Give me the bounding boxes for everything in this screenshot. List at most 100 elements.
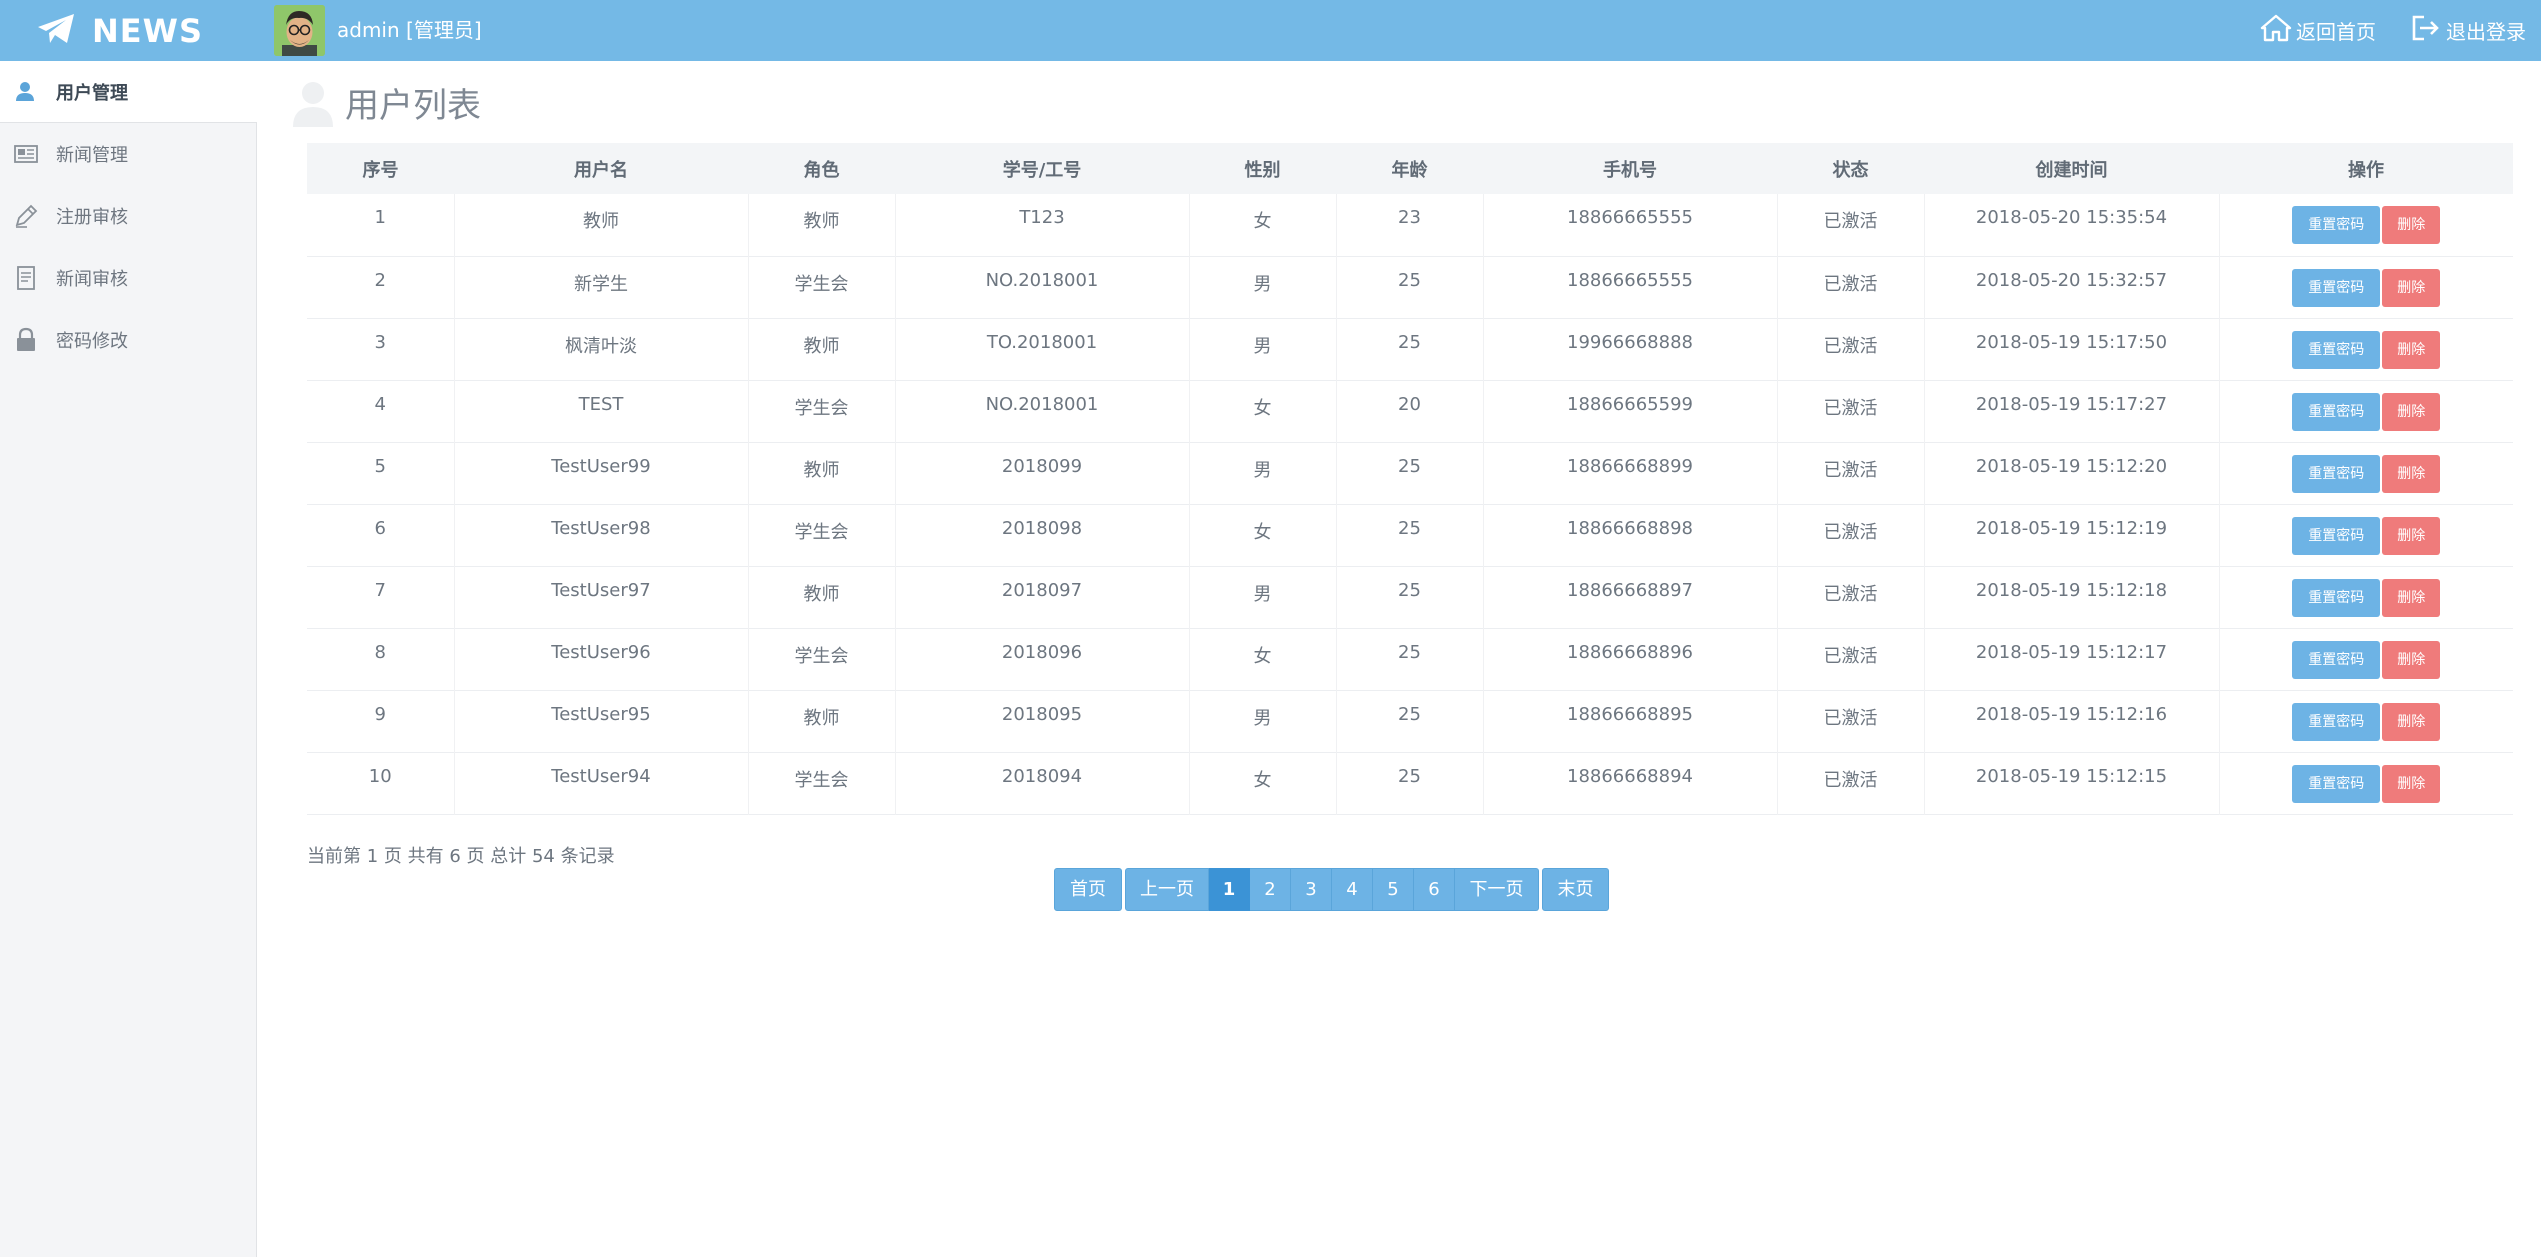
brand-logo[interactable]: NEWS <box>36 0 203 61</box>
delete-button[interactable]: 删除 <box>2382 764 2441 803</box>
delete-button[interactable]: 删除 <box>2382 392 2441 431</box>
reset-password-button[interactable]: 重置密码 <box>2292 454 2381 493</box>
paper-plane-icon <box>36 12 92 50</box>
reset-password-button[interactable]: 重置密码 <box>2292 392 2381 431</box>
cell-role: 学生会 <box>747 256 895 318</box>
cell-status: 已激活 <box>1776 504 1924 566</box>
cell-actions: 重置密码 删除 <box>2218 442 2513 504</box>
column-header[interactable]: 年龄 <box>1336 143 1483 194</box>
table-row: 5 TestUser99 教师 2018099 男 25 18866668899 已激活 201… <box>307 442 2513 504</box>
cell-actions: 重置密码 删除 <box>2218 318 2513 380</box>
cell-age: 25 <box>1335 504 1483 566</box>
cell-gender: 男 <box>1188 318 1336 380</box>
cell-status: 已激活 <box>1776 194 1924 256</box>
column-header[interactable]: 状态 <box>1777 143 1924 194</box>
page-button-4[interactable]: 4 <box>1332 868 1373 911</box>
cell-role: 学生会 <box>747 628 895 690</box>
cell-phone: 19966668888 <box>1482 318 1777 380</box>
reset-password-button[interactable]: 重置密码 <box>2292 330 2381 369</box>
avatar[interactable] <box>274 5 325 56</box>
cell-role: 教师 <box>747 566 895 628</box>
reset-password-button[interactable]: 重置密码 <box>2292 206 2381 244</box>
page-button-5[interactable]: 5 <box>1373 868 1414 911</box>
cell-student-id: 2018094 <box>894 752 1189 814</box>
cell-actions: 重置密码 删除 <box>2218 566 2513 628</box>
cell-student-id: NO.2018001 <box>894 380 1189 442</box>
column-header[interactable]: 性别 <box>1189 143 1336 194</box>
cell-age: 25 <box>1335 628 1483 690</box>
cell-index: 7 <box>374 579 386 601</box>
home-link-label: 返回首页 <box>2296 20 2376 44</box>
column-header[interactable]: 学号/工号 <box>895 143 1189 194</box>
reset-password-button[interactable]: 重置密码 <box>2292 702 2381 741</box>
cell-index: 6 <box>374 517 386 539</box>
cell-age: 25 <box>1335 256 1483 318</box>
cell-student-id: 2018096 <box>894 628 1189 690</box>
cell-username: TestUser95 <box>453 690 748 752</box>
cell-status: 已激活 <box>1776 752 1924 814</box>
record-info: 当前第 1 页 共有 6 页 总计 54 条记录 <box>307 846 615 867</box>
delete-button[interactable]: 删除 <box>2382 702 2441 741</box>
cell-actions: 重置密码 删除 <box>2218 256 2513 318</box>
column-header[interactable]: 角色 <box>748 143 895 194</box>
sidebar: 用户管理 新闻管理 注册审核 新闻审核 密码修改 <box>0 61 257 1257</box>
cell-gender: 女 <box>1188 194 1336 256</box>
page-button-6[interactable]: 6 <box>1414 868 1455 911</box>
cell-age: 23 <box>1335 194 1483 256</box>
cell-index: 8 <box>374 641 386 663</box>
delete-button[interactable]: 删除 <box>2382 330 2441 369</box>
prev-page-button[interactable]: 上一页 <box>1125 868 1209 911</box>
sidebar-item-change-password[interactable]: 密码修改 <box>0 309 256 371</box>
column-header: 操作 <box>2348 159 2384 181</box>
table-row: 7 TestUser97 教师 2018097 男 25 18866668897 已激活 201… <box>307 566 2513 628</box>
delete-button[interactable]: 删除 <box>2382 578 2441 617</box>
table-row: 8 TestUser96 学生会 2018096 女 25 18866668896 已激活 20… <box>307 628 2513 690</box>
delete-button[interactable]: 删除 <box>2382 454 2441 493</box>
cell-actions: 重置密码 删除 <box>2218 194 2513 256</box>
logout-link[interactable]: 退出登录 <box>2410 0 2526 61</box>
page-button-3[interactable]: 3 <box>1291 868 1332 911</box>
cell-role: 学生会 <box>747 504 895 566</box>
reset-password-button[interactable]: 重置密码 <box>2292 764 2381 803</box>
cell-status: 已激活 <box>1776 566 1924 628</box>
user-icon <box>285 73 343 131</box>
sidebar-item-news-review[interactable]: 新闻审核 <box>0 247 256 309</box>
delete-button[interactable]: 删除 <box>2382 516 2441 555</box>
cell-index: 5 <box>374 455 386 477</box>
home-link[interactable]: 返回首页 <box>2260 0 2376 61</box>
reset-password-button[interactable]: 重置密码 <box>2292 640 2381 679</box>
next-page-button[interactable]: 下一页 <box>1455 868 1539 911</box>
page-button-1[interactable]: 1 <box>1209 868 1250 911</box>
top-bar: NEWS admin [管理员] 返回首页 退出登录 <box>0 0 2541 61</box>
cell-actions: 重置密码 删除 <box>2218 690 2513 752</box>
reset-password-button[interactable]: 重置密码 <box>2292 578 2381 617</box>
reset-password-button[interactable]: 重置密码 <box>2292 516 2381 555</box>
column-header[interactable]: 创建时间 <box>1924 143 2219 194</box>
column-header[interactable]: 手机号 <box>1483 143 1777 194</box>
delete-button[interactable]: 删除 <box>2382 268 2441 307</box>
cell-student-id: T123 <box>894 194 1189 256</box>
cell-username: 新学生 <box>453 256 748 318</box>
sidebar-item-registration-review[interactable]: 注册审核 <box>0 185 256 247</box>
lock-icon <box>12 326 40 354</box>
cell-actions: 重置密码 删除 <box>2218 504 2513 566</box>
cell-index: 9 <box>374 703 386 725</box>
sidebar-item-label: 密码修改 <box>56 331 128 352</box>
cell-gender: 男 <box>1188 442 1336 504</box>
delete-button[interactable]: 删除 <box>2382 640 2441 679</box>
cell-created-time: 2018-05-19 15:12:16 <box>1923 690 2219 752</box>
cell-gender: 女 <box>1188 628 1336 690</box>
page-button-2[interactable]: 2 <box>1250 868 1291 911</box>
sidebar-item-user-management[interactable]: 用户管理 <box>0 61 257 123</box>
last-page-button[interactable]: 末页 <box>1542 868 1609 911</box>
cell-index: 1 <box>374 207 386 228</box>
first-page-button[interactable]: 首页 <box>1054 868 1122 911</box>
cell-age: 25 <box>1335 318 1483 380</box>
reset-password-button[interactable]: 重置密码 <box>2292 268 2381 307</box>
sidebar-item-label: 注册审核 <box>56 207 128 228</box>
column-header[interactable]: 用户名 <box>454 143 748 194</box>
sidebar-item-news-management[interactable]: 新闻管理 <box>0 123 256 185</box>
delete-button[interactable]: 删除 <box>2382 206 2441 244</box>
column-header[interactable]: 序号 <box>307 143 454 194</box>
user-table: 序号 用户名 角色 学号/工号 性别 年龄 手机号 状态 创建时间 操作 1 教师… <box>307 143 2513 815</box>
